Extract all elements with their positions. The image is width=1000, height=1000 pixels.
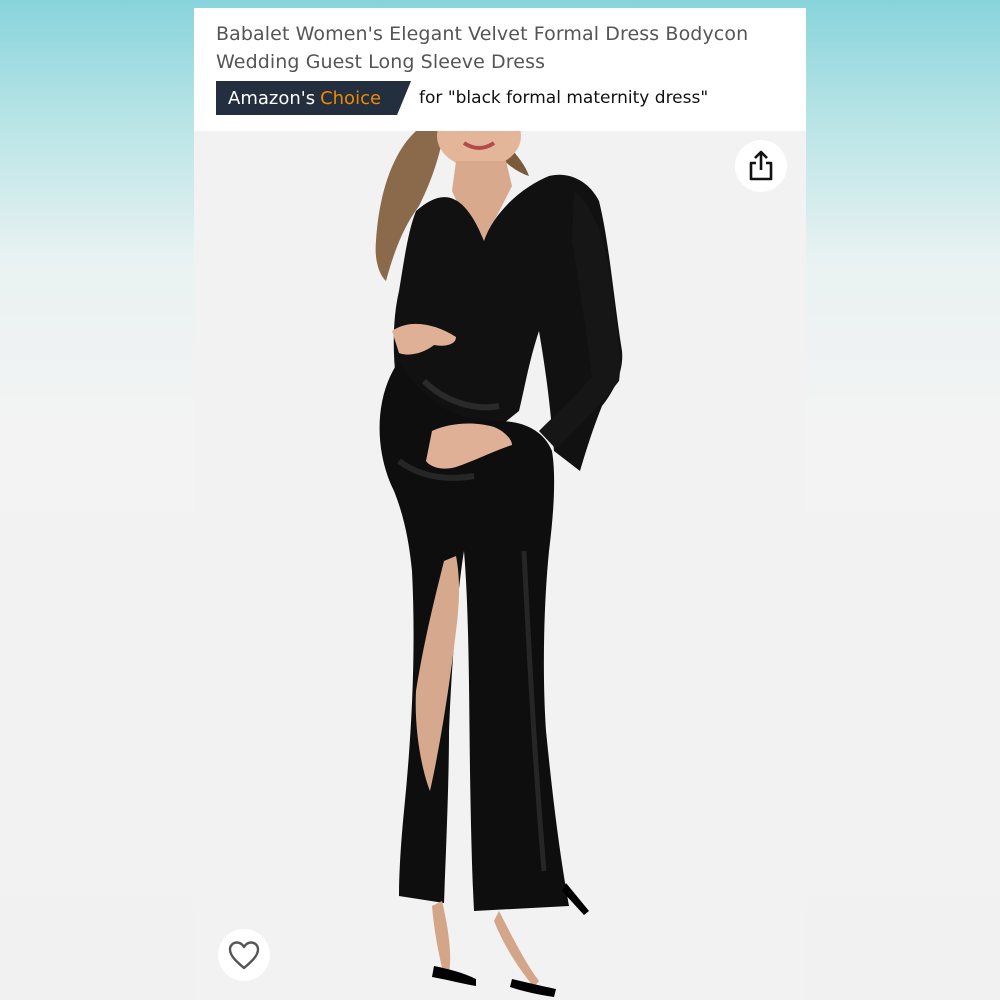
heart-icon [228, 941, 260, 970]
share-button[interactable] [735, 140, 787, 192]
badge-brand-text: Amazon's [228, 87, 316, 109]
badge-choice-text: Choice [320, 87, 382, 109]
badge-keyword: for "black formal maternity dress" [419, 88, 709, 108]
amazons-choice-badge[interactable]: Amazon's Choice [216, 81, 411, 115]
product-header: Babalet Women's Elegant Velvet Formal Dr… [194, 8, 806, 131]
amazons-choice-row: Amazon's Choice for "black formal materni… [216, 81, 708, 115]
product-photo [375, 131, 623, 997]
product-card: Babalet Women's Elegant Velvet Formal Dr… [194, 8, 806, 1000]
product-image[interactable] [194, 131, 806, 1000]
share-icon [749, 150, 773, 181]
favorite-button[interactable] [218, 929, 270, 981]
product-title: Babalet Women's Elegant Velvet Formal Dr… [216, 23, 749, 73]
